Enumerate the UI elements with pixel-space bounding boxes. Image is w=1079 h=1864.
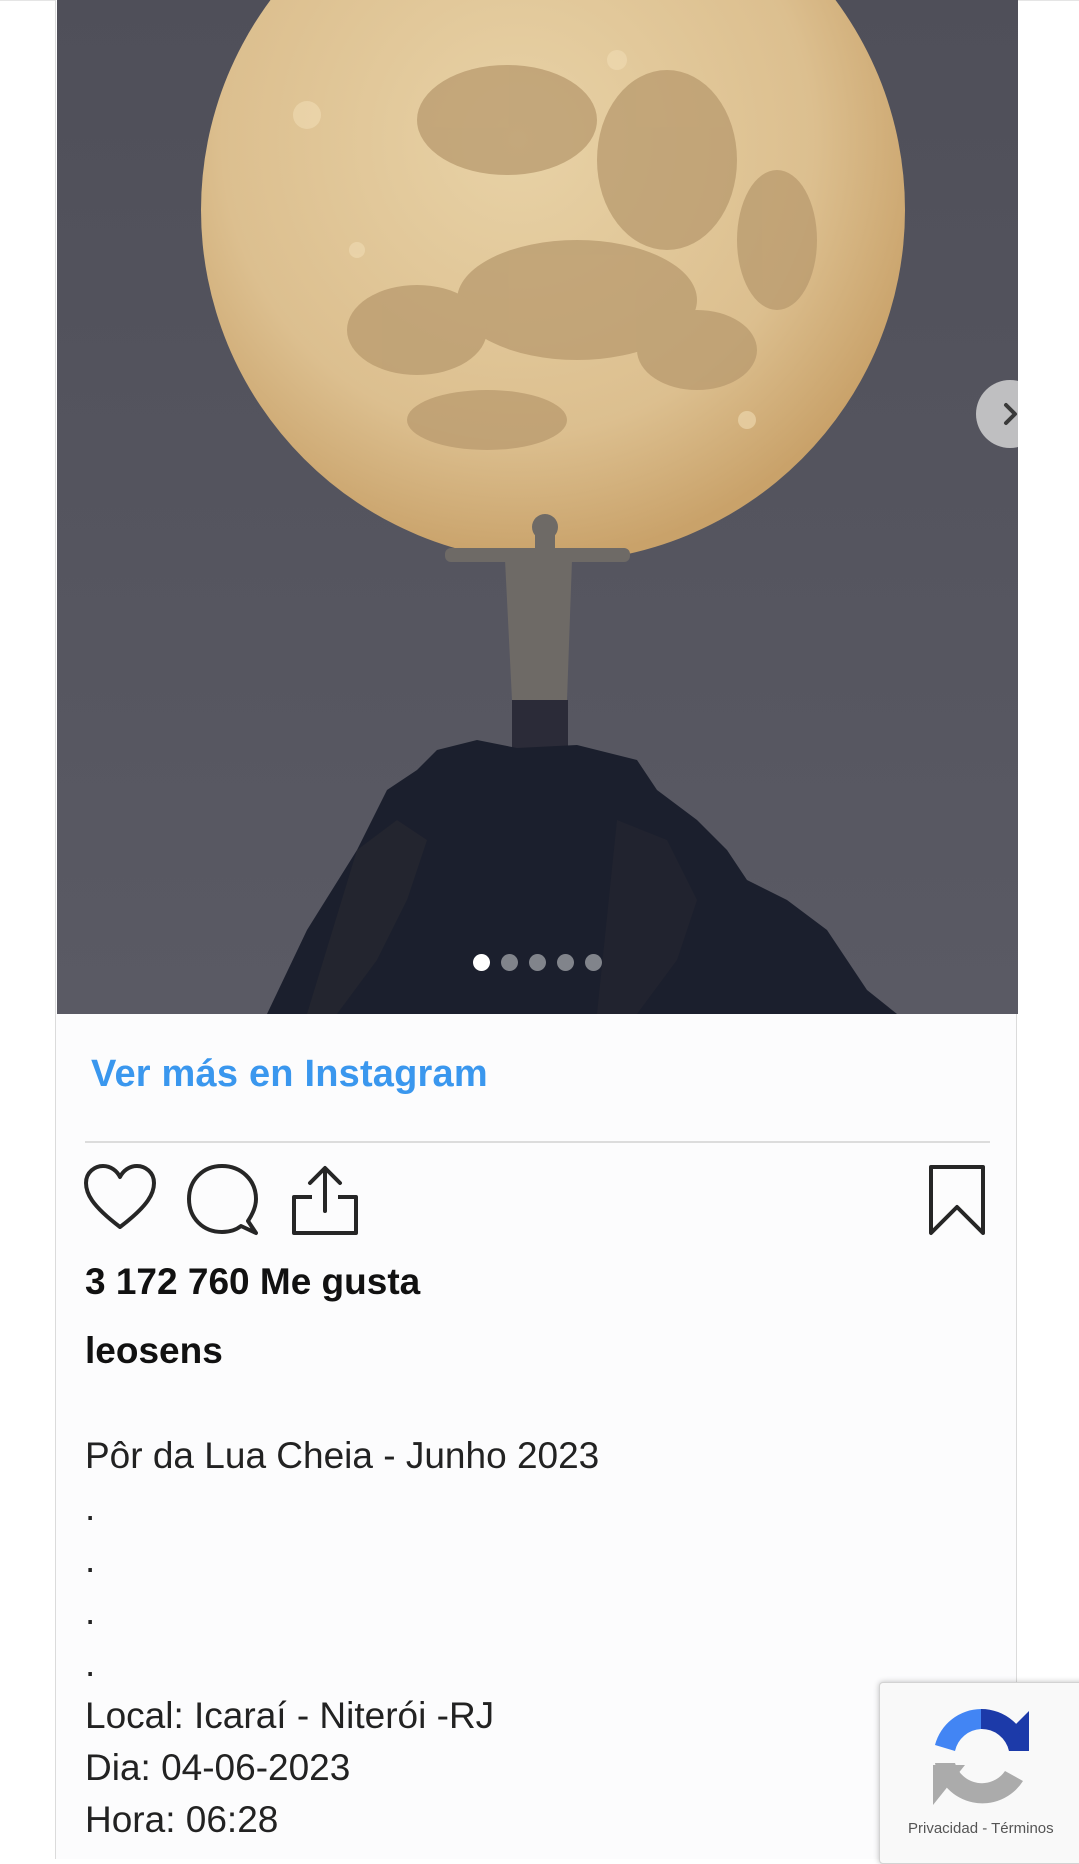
caption-line: Pôr da Lua Cheia - Junho 2023 [85,1435,600,1476]
carousel-indicator [57,954,1018,972]
post-image-carousel[interactable] [57,0,1018,1014]
carousel-dot [501,954,518,971]
recaptcha-badge[interactable]: Privacidad - Términos [879,1682,1079,1864]
caption-line: Dia: 04-06-2023 [85,1747,351,1788]
bookmark-icon[interactable] [927,1163,987,1237]
carousel-dot [557,954,574,971]
heart-icon[interactable] [83,1163,157,1233]
see-more-on-instagram-link[interactable]: Ver más en Instagram [91,1053,488,1096]
separator: - [982,1820,988,1837]
likes-count[interactable]: 3 172 760 Me gusta [85,1261,420,1303]
caption-line: Hora: 06:28 [85,1799,279,1840]
carousel-dot [473,954,490,971]
caption-line: Local: Icaraí - Niterói -RJ [85,1695,495,1736]
caption-line: . [85,1591,96,1632]
terms-link[interactable]: Términos [991,1820,1054,1837]
comment-icon[interactable] [186,1163,260,1237]
privacy-link[interactable]: Privacidad [908,1820,978,1837]
caption-line: . [85,1539,96,1580]
carousel-dot [585,954,602,971]
recaptcha-links: Privacidad - Términos [908,1820,1054,1837]
username[interactable]: leosens [85,1330,223,1372]
divider [85,1141,990,1143]
chevron-right-icon [1004,403,1017,425]
post-photo-moon-christ [57,0,1018,1014]
carousel-dot [529,954,546,971]
post-caption: Pôr da Lua Cheia - Junho 2023 . . . . Lo… [85,1430,599,1846]
recaptcha-logo-icon [933,1708,1029,1805]
share-icon[interactable] [290,1163,360,1237]
caption-line: . [85,1643,96,1684]
caption-line: . [85,1487,96,1528]
